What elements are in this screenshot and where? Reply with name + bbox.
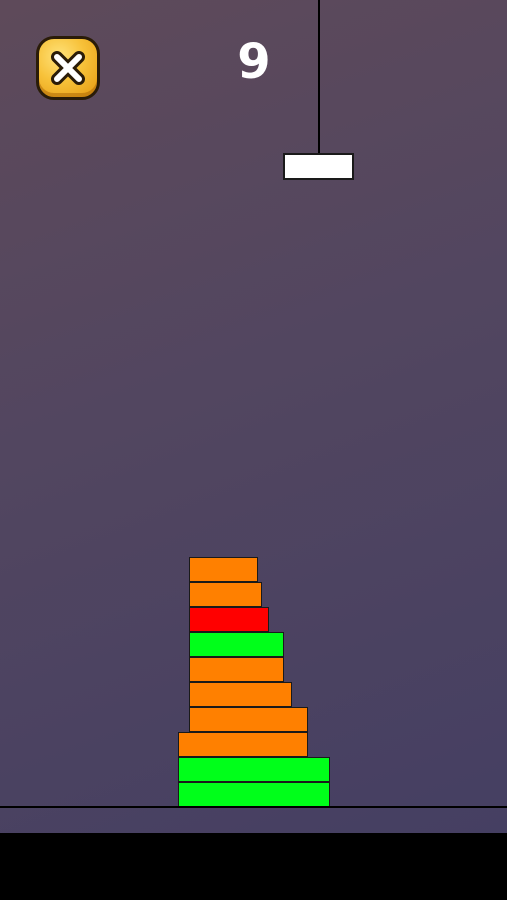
tower-block: [189, 682, 292, 707]
tower-block: [189, 557, 258, 582]
game-canvas[interactable]: 9: [0, 0, 507, 833]
crane-rope: [318, 0, 320, 167]
tower-block: [178, 732, 308, 757]
close-button[interactable]: [36, 36, 100, 100]
tower-block: [178, 782, 330, 807]
tower-block: [178, 757, 330, 782]
ground-line: [0, 806, 507, 808]
tower-block: [189, 657, 284, 682]
tower-block: [189, 607, 269, 632]
hanging-block: [283, 153, 354, 180]
tower-block: [189, 707, 308, 732]
bottom-black-bar: [0, 833, 507, 900]
close-x-icon: [51, 51, 85, 85]
score-counter: 9: [237, 34, 271, 90]
tower-block: [189, 632, 284, 657]
tower-block: [189, 582, 262, 607]
